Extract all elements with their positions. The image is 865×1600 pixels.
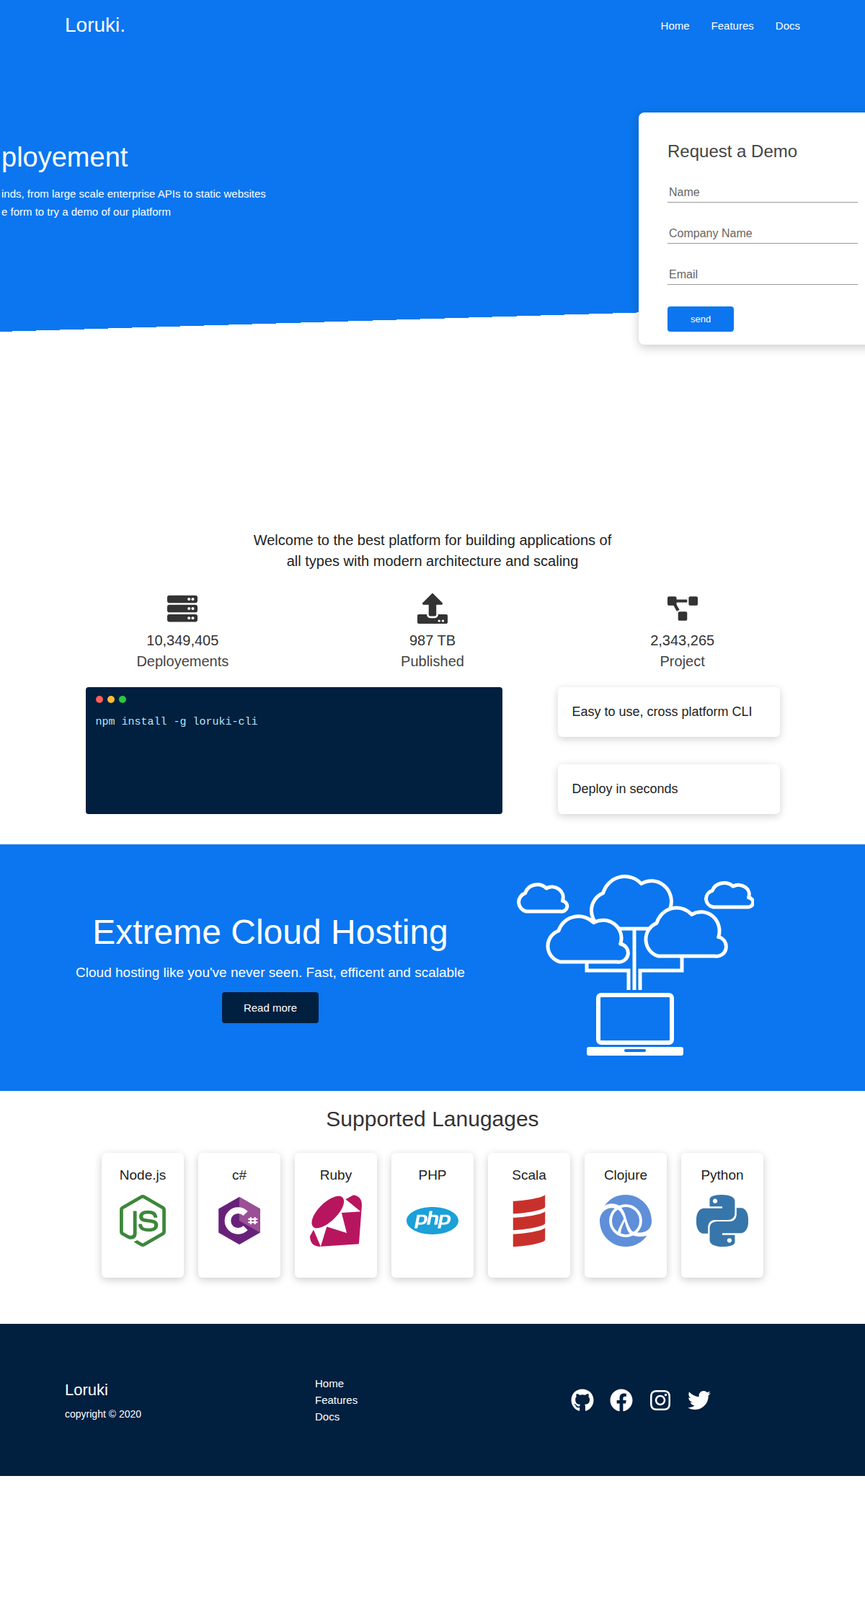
cloud-section: Extreme Cloud Hosting Cloud hosting like … [0, 844, 865, 1091]
feature-card: Deploy in seconds [557, 764, 780, 814]
stat-label: Project [660, 653, 705, 670]
cloud-computing-icon [514, 870, 754, 1064]
footer-link[interactable]: Home [315, 1376, 571, 1390]
cloud-title: Extreme Cloud Hosting [92, 911, 449, 952]
server-icon [167, 593, 198, 627]
window-dots [95, 695, 493, 703]
languages-section: Supported Lanugages Node.js c# Ruby PHP Scala… [0, 1090, 865, 1324]
language-logo-icon [213, 1192, 266, 1248]
nav: Home Features Docs [661, 19, 801, 32]
stats-section: Welcome to the best platform for buildin… [0, 374, 865, 814]
cloud-subtitle: Cloud hosting like you've never seen. Fa… [75, 964, 465, 981]
languages-row: Node.js c# Ruby PHP Scala Clojure Python [0, 1152, 865, 1278]
github-icon[interactable] [570, 1388, 594, 1412]
stat-label: Deployements [136, 653, 229, 670]
cli-row: npm install -g loruki-cli Easy to use, cr… [0, 686, 865, 814]
footer-logo: Loruki [64, 1380, 316, 1400]
code-box: npm install -g loruki-cli [85, 686, 503, 814]
language-name: Node.js [119, 1167, 166, 1183]
language-card: Node.js [101, 1152, 184, 1278]
footer-link[interactable]: Docs [315, 1409, 571, 1423]
feature-list: Easy to use, cross platform CLI Deploy in… [557, 686, 780, 814]
language-logo-icon [309, 1192, 362, 1248]
language-logo-icon [503, 1192, 556, 1248]
nav-link[interactable]: Home [661, 19, 690, 32]
language-card: Python [681, 1152, 764, 1278]
hero: Loruki. Home Features Docs ployement inds, fr… [0, 0, 865, 375]
social-links [570, 1388, 801, 1412]
nav-link[interactable]: Features [711, 19, 754, 32]
instagram-icon[interactable] [648, 1388, 672, 1412]
footer-brand: Loruki copyright © 2020 [64, 1380, 316, 1420]
stat-value: 987 TB [409, 632, 456, 649]
cli-command: npm install -g loruki-cli [95, 715, 259, 729]
footer-grid: Loruki copyright © 2020 Home Features Docs [64, 1376, 801, 1423]
language-name: Ruby [320, 1167, 352, 1183]
header: Loruki. Home Features Docs [64, 0, 801, 51]
stat-value: 10,349,405 [146, 632, 219, 649]
hero-line: e form to try a demo of our platform [1, 202, 266, 221]
demo-form: Request a Demo send [638, 112, 865, 345]
facebook-icon[interactable] [609, 1388, 633, 1412]
language-name: c# [232, 1167, 247, 1183]
feature-card: Easy to use, cross platform CLI [557, 686, 780, 737]
hero-line: inds, from large scale enterprise APIs t… [1, 184, 266, 203]
read-more-button[interactable]: Read more [222, 991, 319, 1023]
dot [95, 695, 104, 703]
stat-value: 2,343,265 [650, 632, 715, 649]
language-logo-icon [406, 1192, 459, 1248]
language-card: c# [198, 1152, 281, 1278]
language-name: Python [700, 1167, 744, 1183]
welcome-text: Welcome to the best platform for buildin… [252, 529, 613, 572]
language-card: Clojure [584, 1152, 667, 1278]
dot [107, 695, 115, 703]
stat: 987 TB Published [307, 593, 558, 670]
language-logo-icon [696, 1192, 749, 1248]
logo[interactable]: Loruki. [64, 13, 126, 37]
stat: 2,343,265 Project [557, 593, 808, 670]
copyright: copyright © 2020 [64, 1407, 316, 1420]
cloud-text: Extreme Cloud Hosting Cloud hosting like … [68, 911, 473, 1023]
page: Loruki. Home Features Docs ployement inds, fr… [0, 0, 865, 1476]
hero-row: ployement inds, from large scale enterpri… [0, 50, 865, 345]
demo-title: Request a Demo [667, 141, 858, 162]
send-button[interactable]: send [667, 306, 734, 332]
hero-title: ployement [1, 141, 266, 175]
form-field[interactable] [667, 224, 858, 244]
footer-links: Home Features Docs [315, 1376, 571, 1423]
project-diagram-icon [667, 593, 698, 627]
footer-link[interactable]: Features [315, 1393, 571, 1406]
hero-text: ployement inds, from large scale enterpri… [0, 141, 266, 221]
stats-row: 10,349,405 Deployements 987 TB Published 2,3… [57, 593, 808, 670]
language-logo-icon [116, 1192, 169, 1248]
nav-link[interactable]: Docs [775, 19, 801, 32]
form-field[interactable] [667, 265, 858, 285]
stat-label: Published [400, 653, 465, 670]
form-field[interactable] [667, 183, 858, 203]
language-card: Ruby [294, 1152, 377, 1278]
language-card: Scala [488, 1152, 571, 1278]
twitter-icon[interactable] [687, 1388, 711, 1412]
languages-title: Supported Lanugages [0, 1106, 865, 1131]
upload-icon [417, 593, 448, 627]
footer: Loruki copyright © 2020 Home Features Docs [0, 1323, 865, 1476]
stat: 10,349,405 Deployements [57, 593, 308, 670]
dot [118, 695, 127, 703]
language-name: PHP [418, 1167, 447, 1183]
language-logo-icon [599, 1192, 652, 1248]
language-name: Scala [511, 1167, 547, 1183]
language-card: PHP [391, 1152, 474, 1278]
language-name: Clojure [604, 1167, 648, 1183]
